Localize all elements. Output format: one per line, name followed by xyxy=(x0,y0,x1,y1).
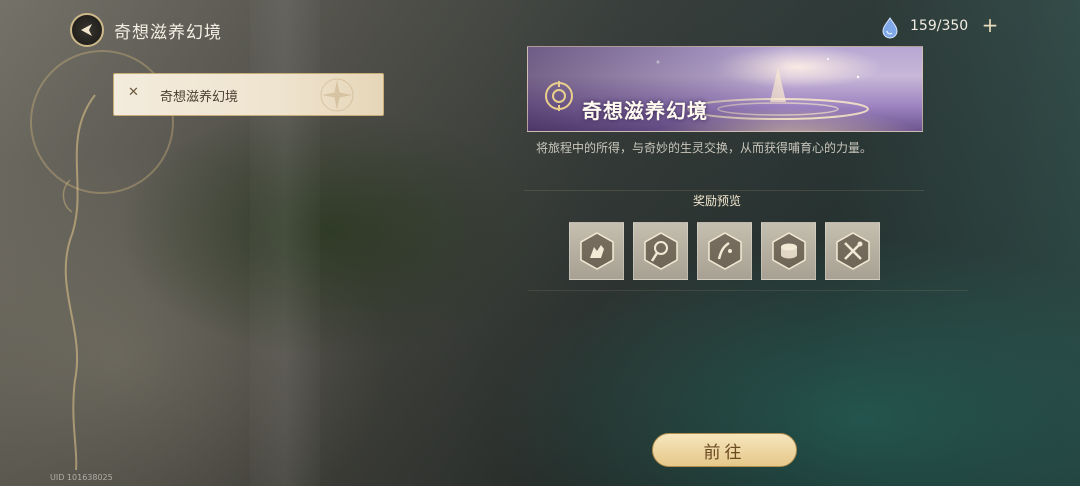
domain-emblem-icon xyxy=(545,81,573,111)
reward-item[interactable] xyxy=(633,222,688,280)
sidebar-item-label: 奇想滋养幻境 xyxy=(160,90,239,105)
resin-count: 159/350 xyxy=(910,18,969,34)
go-button-label: 前往 xyxy=(703,442,746,463)
glove-icon xyxy=(580,232,614,270)
uid-label: UID 101638025 xyxy=(50,473,113,482)
drum-icon xyxy=(772,232,806,270)
reward-item[interactable] xyxy=(761,222,816,280)
page-title: 奇想滋养幻境 xyxy=(114,23,222,43)
sidebar-item-dreamscape[interactable]: ✕ 奇想滋养幻境 xyxy=(113,73,384,116)
banner-title: 奇想滋养幻境 xyxy=(582,99,708,123)
domain-banner: 奇想滋养幻境 xyxy=(527,46,923,132)
compass-ornament-icon xyxy=(320,78,354,112)
divider-top xyxy=(524,190,924,191)
reward-item[interactable] xyxy=(569,222,624,280)
back-arrow-icon xyxy=(81,24,92,36)
rewards-heading-label: 奖励预览 xyxy=(693,194,742,208)
resin-droplet-icon xyxy=(882,17,898,39)
brush-icon xyxy=(708,232,742,270)
net-icon xyxy=(644,232,678,270)
go-button[interactable]: 前往 xyxy=(652,433,797,467)
rewards-heading-line-left xyxy=(610,199,660,201)
crossed-tools-icon xyxy=(836,232,870,270)
add-resin-button[interactable]: + xyxy=(980,13,1000,37)
reward-item[interactable] xyxy=(697,222,752,280)
back-button[interactable] xyxy=(70,13,104,47)
selection-mark-icon: ✕ xyxy=(128,85,139,100)
domain-description: 将旅程中的所得，与奇妙的生灵交换，从而获得哺育心的力量。 xyxy=(536,141,873,155)
reward-item[interactable] xyxy=(825,222,880,280)
rewards-heading-line-right xyxy=(775,199,835,201)
divider-bottom xyxy=(528,290,968,291)
